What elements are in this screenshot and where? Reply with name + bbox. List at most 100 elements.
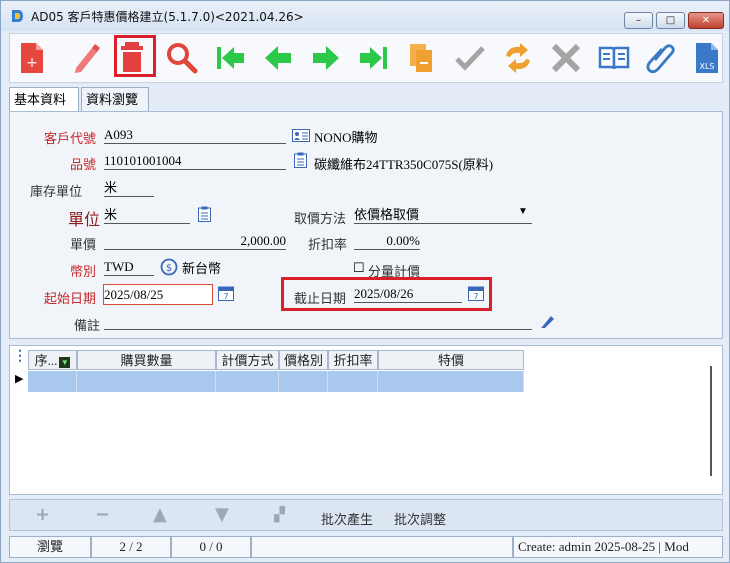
grid-cell[interactable] [279, 371, 328, 392]
window-title: AD05 客戶特惠價格建立(5.1.7.0)<2021.04.26> [31, 10, 304, 24]
price-grid: ⋮ 序... ▼ 購買數量 計價方式 價格別 折扣率 特價 ▶ [9, 345, 723, 495]
clipboard-icon[interactable] [198, 206, 211, 222]
grid-cell[interactable] [216, 371, 279, 392]
remark-field[interactable] [104, 312, 532, 330]
new-button[interactable]: + [12, 37, 54, 79]
qty-pricing-checkbox[interactable]: ☐ [353, 260, 365, 276]
minimize-button[interactable]: – [624, 12, 653, 29]
delete-button[interactable] [114, 35, 156, 77]
book-button[interactable] [593, 37, 635, 79]
currency-field[interactable]: TWD [104, 258, 154, 276]
search-icon [167, 43, 198, 74]
remove-row-icon[interactable]: − [95, 504, 110, 525]
tab-data-browse[interactable]: 資料瀏覽 [81, 87, 149, 111]
edit-icon [75, 44, 100, 73]
copy-button[interactable] [401, 37, 443, 79]
svg-text:+: + [26, 55, 38, 71]
last-record-button[interactable] [353, 37, 395, 79]
grid-action-bar: + − ▲ ▼ ▞ 批次產生 批次調整 [9, 499, 723, 531]
status-mode: 瀏覽 [9, 536, 91, 558]
blocks-icon[interactable]: ▞ [274, 507, 285, 523]
prev-record-icon [265, 46, 291, 70]
attachment-button[interactable] [640, 37, 682, 79]
attachment-icon [646, 44, 675, 74]
customer-code-label: 客戶代號 [44, 131, 97, 146]
item-no-field[interactable]: 110101001004 [104, 152, 286, 170]
app-window: AD05 客戶特惠價格建立(5.1.7.0)<2021.04.26> – □ ✕… [0, 0, 730, 563]
dropdown-arrow-icon[interactable]: ▼ [518, 206, 528, 217]
row-indicator-icon: ⋮ [13, 349, 27, 364]
tab-basic-data[interactable]: 基本資料 [9, 87, 79, 112]
status-empty [251, 536, 513, 558]
grid-cell[interactable] [378, 371, 524, 392]
edit-note-icon[interactable] [540, 313, 556, 329]
current-row-icon: ▶ [15, 373, 24, 385]
unit-price-field[interactable]: 2,000.00 [104, 232, 286, 250]
confirm-icon [455, 46, 485, 71]
cancel-button[interactable] [545, 37, 587, 79]
column-header[interactable]: 價格別 [279, 350, 328, 370]
contact-card-icon[interactable] [292, 129, 310, 142]
start-date-field[interactable]: 2025/08/25 [103, 284, 213, 305]
stock-unit-field[interactable]: 米 [104, 179, 154, 197]
column-header[interactable]: 折扣率 [328, 350, 378, 370]
grid-cell[interactable] [77, 371, 216, 392]
column-header[interactable]: 計價方式 [216, 350, 279, 370]
calendar-icon[interactable]: 7 [218, 285, 234, 301]
refresh-button[interactable] [497, 37, 539, 79]
grid-cell[interactable] [328, 371, 378, 392]
pricing-method-select[interactable]: 依價格取價 [354, 206, 532, 224]
batch-generate-button[interactable]: 批次產生 [321, 509, 373, 528]
delete-icon [121, 42, 143, 72]
first-record-button[interactable] [209, 37, 251, 79]
confirm-button[interactable] [449, 37, 491, 79]
sort-down-icon[interactable]: ▼ [59, 356, 71, 368]
status-count: 0 / 0 [171, 536, 251, 558]
grid-cell[interactable] [28, 371, 77, 392]
customer-code-field[interactable]: A093 [104, 126, 286, 144]
search-button[interactable] [161, 37, 203, 79]
batch-adjust-button[interactable]: 批次調整 [394, 509, 446, 528]
customer-name: NONO購物 [314, 130, 378, 145]
vertical-scrollbar[interactable] [710, 366, 712, 476]
move-down-icon[interactable]: ▼ [215, 504, 229, 525]
column-header[interactable]: 購買數量 [77, 350, 216, 370]
svg-text:$: $ [166, 263, 172, 274]
excel-export-icon: XLS [696, 43, 718, 73]
status-info: Create: admin 2025-08-25 | Mod [513, 536, 723, 558]
unit-price-label: 單價 [70, 237, 97, 252]
unit-field[interactable]: 米 [104, 206, 190, 224]
move-up-icon[interactable]: ▲ [153, 504, 167, 525]
toolbar: + XLS [9, 33, 723, 83]
first-record-icon [217, 47, 244, 69]
status-bar: 瀏覽 2 / 2 0 / 0 Create: admin 2025-08-25 … [9, 536, 723, 558]
maximize-button[interactable]: □ [656, 12, 685, 29]
remark-label: 備註 [74, 318, 101, 333]
svg-text:7: 7 [223, 292, 228, 301]
new-icon: + [21, 43, 43, 73]
title-bar: AD05 客戶特惠價格建立(5.1.7.0)<2021.04.26> – □ ✕ [1, 1, 729, 31]
clipboard-icon[interactable] [294, 152, 307, 168]
add-row-icon[interactable]: + [35, 504, 50, 525]
svg-text:XLS: XLS [699, 62, 714, 71]
currency-exchange-icon[interactable]: $ [160, 258, 178, 276]
refresh-icon [506, 43, 530, 73]
next-record-button[interactable] [305, 37, 347, 79]
stock-unit-label: 庫存單位 [30, 184, 83, 199]
excel-export-button[interactable]: XLS [686, 37, 728, 79]
currency-label: 幣別 [70, 264, 97, 279]
discount-field[interactable]: 0.00% [354, 232, 420, 250]
book-icon [598, 46, 630, 70]
item-name: 碳纖維布24TTR350C075S(原料) [314, 157, 494, 172]
unit-label: 單位 [68, 212, 101, 229]
last-record-icon [360, 47, 387, 69]
close-button[interactable]: ✕ [688, 12, 724, 29]
column-header[interactable]: 序... ▼ [28, 350, 77, 370]
prev-record-button[interactable] [257, 37, 299, 79]
cancel-icon [551, 43, 581, 73]
item-no-label: 品號 [70, 157, 97, 172]
app-logo-icon [12, 10, 23, 22]
pricing-method-label: 取價方法 [294, 211, 347, 226]
column-header[interactable]: 特價 [378, 350, 524, 370]
edit-button[interactable] [65, 37, 107, 79]
